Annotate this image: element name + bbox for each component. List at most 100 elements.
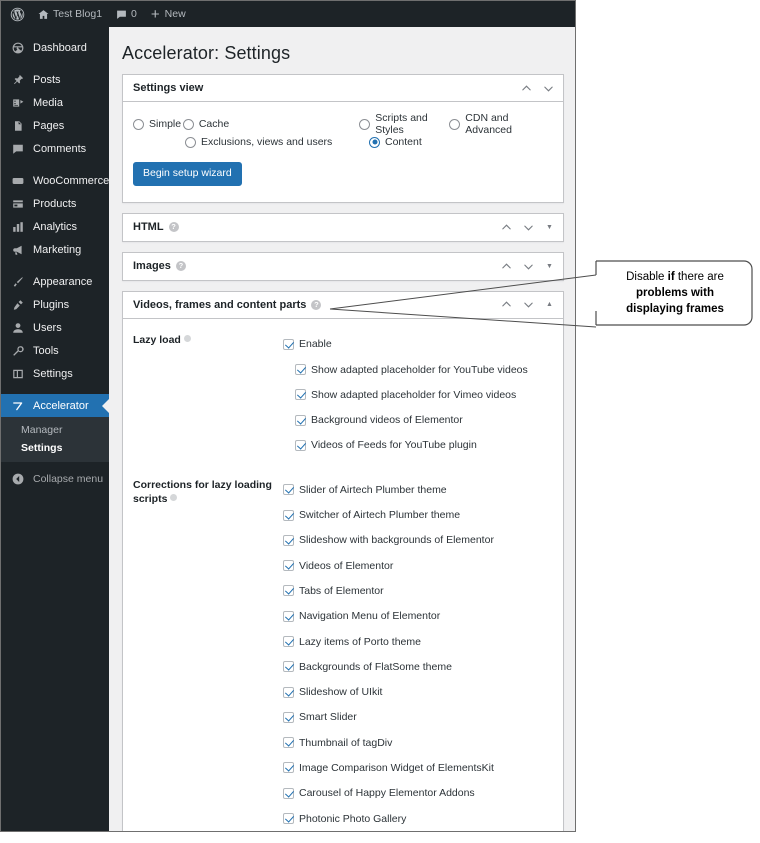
checkbox-icon-checked bbox=[283, 686, 294, 698]
chevron-down-icon[interactable] bbox=[523, 299, 534, 310]
checkbox-flatsome-backgrounds[interactable]: Backgrounds of FlatSome theme bbox=[283, 654, 553, 679]
radio-label: Exclusions, views and users bbox=[201, 136, 333, 148]
sidebar-item-comments[interactable]: Comments bbox=[1, 137, 109, 160]
help-icon[interactable] bbox=[170, 494, 178, 502]
sidebar-item-users[interactable]: Users bbox=[1, 316, 109, 339]
checkbox-icon-checked bbox=[283, 338, 294, 350]
checkbox-youtube-placeholder[interactable]: Show adapted placeholder for YouTube vid… bbox=[283, 357, 553, 382]
plug-icon bbox=[10, 299, 25, 311]
media-icon bbox=[10, 97, 25, 109]
sidebar-item-marketing[interactable]: Marketing bbox=[1, 238, 109, 261]
radio-option-exclusions-views-and-users[interactable]: Exclusions, views and users bbox=[185, 136, 369, 148]
submenu-item-manager[interactable]: Manager bbox=[1, 421, 109, 439]
new-label: New bbox=[164, 8, 186, 20]
field-corrections: Corrections for lazy loading scripts Sli… bbox=[133, 477, 553, 832]
sidebar-item-woocommerce[interactable]: WooCommerce bbox=[1, 169, 109, 192]
site-name-menu[interactable]: Test Blog1 bbox=[31, 1, 109, 27]
radio-icon bbox=[449, 118, 461, 130]
chevron-up-icon[interactable] bbox=[501, 299, 512, 310]
field-corrections-label: Corrections for lazy loading scripts bbox=[133, 477, 283, 506]
sidebar-item-label: Products bbox=[33, 197, 77, 210]
chevron-up-icon[interactable] bbox=[501, 261, 512, 272]
radio-option-scripts-and-styles[interactable]: Scripts and Styles bbox=[359, 112, 449, 136]
sidebar-item-dashboard[interactable]: Dashboard bbox=[1, 36, 109, 59]
panel-images-header[interactable]: Images ? ▼ bbox=[123, 252, 563, 280]
sidebar-item-pages[interactable]: Pages bbox=[1, 114, 109, 137]
chevron-down-icon[interactable] bbox=[543, 83, 554, 94]
checkbox-tagdiv-thumbnail[interactable]: Thumbnail of tagDiv bbox=[283, 730, 553, 755]
sidebar-item-products[interactable]: Products bbox=[1, 192, 109, 215]
help-icon[interactable] bbox=[183, 334, 191, 342]
chevron-up-icon[interactable] bbox=[501, 222, 512, 233]
chevron-up-icon[interactable] bbox=[521, 83, 532, 94]
chevron-down-icon[interactable] bbox=[523, 261, 534, 272]
checkbox-icon-checked bbox=[283, 762, 294, 774]
sidebar-item-tools[interactable]: Tools bbox=[1, 339, 109, 362]
wordpress-logo-icon[interactable] bbox=[1, 1, 31, 27]
dashboard-icon bbox=[10, 42, 25, 54]
chevron-down-icon[interactable] bbox=[523, 222, 534, 233]
checkbox-icon-checked bbox=[283, 560, 294, 572]
checkbox-airtech-switcher[interactable]: Switcher of Airtech Plumber theme bbox=[283, 502, 553, 527]
checkbox-elementor-tabs[interactable]: Tabs of Elementor bbox=[283, 578, 553, 603]
checkbox-photonic-photo-gallery[interactable]: Photonic Photo Gallery bbox=[283, 806, 553, 831]
begin-setup-wizard-button[interactable]: Begin setup wizard bbox=[133, 162, 242, 186]
annotation-text: Disable if there are problems with displ… bbox=[626, 269, 724, 317]
radio-option-simple[interactable]: Simple bbox=[133, 118, 183, 130]
checkbox-icon-checked bbox=[283, 585, 294, 597]
checkbox-smart-slider[interactable]: Smart Slider bbox=[283, 705, 553, 730]
collapse-menu-button[interactable]: Collapse menu bbox=[1, 466, 109, 492]
submenu-item-settings[interactable]: Settings bbox=[1, 439, 109, 457]
panel-videos-header[interactable]: Videos, frames and content parts ? ▲ bbox=[123, 291, 563, 319]
page-icon bbox=[10, 120, 25, 132]
radio-icon-checked bbox=[369, 136, 380, 148]
radio-option-cdn-and-advanced[interactable]: CDN and Advanced bbox=[449, 112, 553, 136]
new-content-menu[interactable]: + New bbox=[144, 1, 193, 27]
screenshot-root: Test Blog1 0 + New Dashboard Posts Media… bbox=[0, 0, 760, 843]
settings-view-radio-group: Simple Cache Scripts and Styles CDN and … bbox=[133, 112, 553, 151]
sidebar-item-analytics[interactable]: Analytics bbox=[1, 215, 109, 238]
sidebar-item-appearance[interactable]: Appearance bbox=[1, 270, 109, 293]
checkbox-elementskit-image-comparison[interactable]: Image Comparison Widget of ElementsKit bbox=[283, 755, 553, 780]
radio-label: Simple bbox=[149, 118, 182, 130]
sidebar-item-label: Accelerator bbox=[33, 399, 89, 412]
checkbox-uikit-slideshow[interactable]: Slideshow of UIkit bbox=[283, 679, 553, 704]
panel-videos-body: Lazy load Enable Show adapted placeholde… bbox=[123, 319, 563, 832]
help-icon[interactable]: ? bbox=[175, 261, 186, 272]
help-icon[interactable]: ? bbox=[168, 222, 179, 233]
checkbox-label: Slider of Airtech Plumber theme bbox=[299, 483, 447, 496]
checkbox-porto-lazy-items[interactable]: Lazy items of Porto theme bbox=[283, 629, 553, 654]
checkbox-feeds-for-youtube[interactable]: Videos of Feeds for YouTube plugin bbox=[283, 433, 553, 458]
checkbox-happy-elementor-carousel[interactable]: Carousel of Happy Elementor Addons bbox=[283, 781, 553, 806]
sidebar-item-plugins[interactable]: Plugins bbox=[1, 293, 109, 316]
panel-settings-view-header[interactable]: Settings view bbox=[123, 75, 563, 102]
comments-menu[interactable]: 0 bbox=[109, 1, 144, 27]
checkbox-icon-checked bbox=[283, 636, 294, 647]
checkbox-jet-mobile-menu[interactable]: Mobile Menu from Jet bbox=[283, 831, 553, 832]
checkbox-vimeo-placeholder[interactable]: Show adapted placeholder for Vimeo video… bbox=[283, 382, 553, 407]
field-label-text: Lazy load bbox=[133, 333, 181, 346]
checkbox-elementor-slideshow-backgrounds[interactable]: Slideshow with backgrounds of Elementor bbox=[283, 528, 553, 553]
triangle-down-icon[interactable]: ▼ bbox=[545, 224, 554, 231]
radio-option-content[interactable]: Content bbox=[369, 136, 422, 148]
sidebar-item-media[interactable]: Media bbox=[1, 91, 109, 114]
annotation-line2-bold: problems with bbox=[636, 287, 714, 299]
sidebar-item-accelerator[interactable]: Accelerator bbox=[1, 394, 109, 417]
checkbox-icon-checked bbox=[283, 509, 294, 521]
checkbox-elementor-background-videos[interactable]: Background videos of Elementor bbox=[283, 407, 553, 432]
help-icon[interactable]: ? bbox=[311, 299, 322, 310]
panel-settings-view-body: Simple Cache Scripts and Styles CDN and … bbox=[123, 102, 563, 202]
checkbox-enable[interactable]: Enable bbox=[283, 332, 553, 357]
sidebar-item-posts[interactable]: Posts bbox=[1, 68, 109, 91]
checkbox-elementor-videos[interactable]: Videos of Elementor bbox=[283, 553, 553, 578]
panel-html-header[interactable]: HTML ? ▼ bbox=[123, 213, 563, 241]
triangle-up-icon[interactable]: ▲ bbox=[545, 301, 554, 308]
checkbox-icon-checked bbox=[283, 711, 294, 723]
sidebar-item-settings[interactable]: Settings bbox=[1, 362, 109, 385]
radio-label: CDN and Advanced bbox=[465, 112, 512, 136]
checkbox-airtech-slider[interactable]: Slider of Airtech Plumber theme bbox=[283, 477, 553, 502]
products-icon bbox=[10, 198, 25, 210]
triangle-down-icon[interactable]: ▼ bbox=[545, 263, 554, 270]
radio-option-cache[interactable]: Cache bbox=[182, 118, 359, 130]
checkbox-elementor-navigation-menu[interactable]: Navigation Menu of Elementor bbox=[283, 604, 553, 629]
